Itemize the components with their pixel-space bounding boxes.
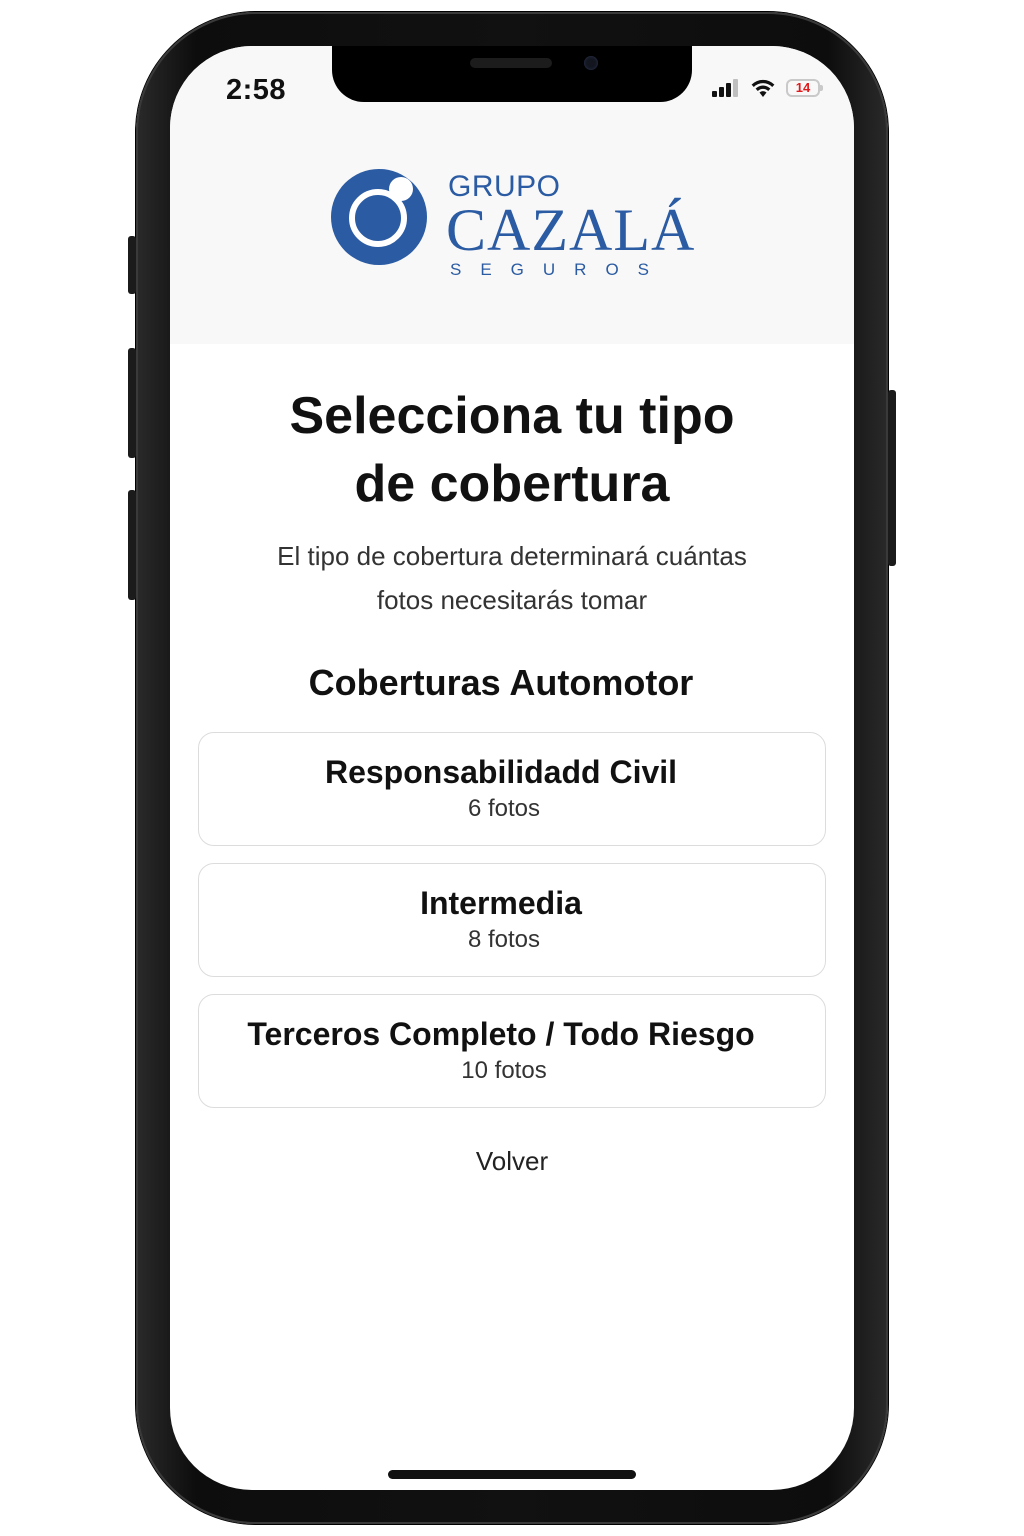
power-button bbox=[888, 390, 896, 566]
coverage-option-photo-count: 6 fotos bbox=[467, 795, 541, 822]
coverage-option-intermedia[interactable]: Intermedia 8 fotos bbox=[198, 863, 826, 977]
volume-up-button bbox=[128, 348, 136, 458]
page-subtitle: El tipo de cobertura determinará cuántas… bbox=[230, 534, 794, 622]
speaker-grille bbox=[470, 58, 552, 68]
coverage-option-terceros-completo[interactable]: Terceros Completo / Todo Riesgo 10 fotos bbox=[198, 994, 826, 1108]
status-icons: 14 bbox=[712, 78, 823, 97]
cellular-signal-icon bbox=[712, 78, 738, 97]
page-subtitle-line1: El tipo de cobertura determinará cuántas bbox=[277, 541, 747, 571]
page-subtitle-line2: fotos necesitarás tomar bbox=[376, 585, 648, 615]
page-title-line2: de cobertura bbox=[354, 455, 670, 513]
battery-level: 14 bbox=[795, 80, 811, 95]
brand-logo: GRUPO CAZALÁ SEGUROS bbox=[330, 168, 700, 280]
brand-logo-icon bbox=[331, 169, 427, 265]
status-time: 2:58 bbox=[226, 74, 287, 106]
coverage-option-responsabilidad-civil[interactable]: Responsabilidadd Civil 6 fotos bbox=[198, 732, 826, 846]
volume-down-button bbox=[128, 490, 136, 600]
notch bbox=[332, 46, 692, 102]
front-camera bbox=[584, 56, 598, 70]
back-link[interactable]: Volver bbox=[170, 1146, 854, 1177]
mute-switch bbox=[128, 236, 136, 294]
coverage-option-photo-count: 10 fotos bbox=[461, 1057, 547, 1084]
home-indicator[interactable] bbox=[388, 1470, 636, 1479]
brand-name-cazala: CAZALÁ bbox=[446, 197, 696, 263]
coverage-option-title: Responsabilidadd Civil bbox=[324, 754, 678, 790]
coverage-option-photo-count: 8 fotos bbox=[467, 926, 541, 953]
page-title: Selecciona tu tipo de cobertura bbox=[170, 382, 854, 518]
phone-screen: 2:58 14 GRUPO CAZALÁ SEGUROS Selecciona … bbox=[170, 46, 854, 1490]
wifi-icon bbox=[751, 79, 775, 97]
coverage-option-title: Intermedia bbox=[420, 885, 582, 921]
brand-name-seguros: SEGUROS bbox=[450, 260, 669, 279]
battery-icon: 14 bbox=[786, 78, 823, 97]
coverage-options-list: Responsabilidadd Civil 6 fotos Intermedi… bbox=[198, 732, 826, 1125]
section-title: Coberturas Automotor bbox=[308, 662, 694, 703]
page-title-line1: Selecciona tu tipo bbox=[289, 387, 735, 445]
coverage-option-title: Terceros Completo / Todo Riesgo bbox=[247, 1016, 755, 1052]
